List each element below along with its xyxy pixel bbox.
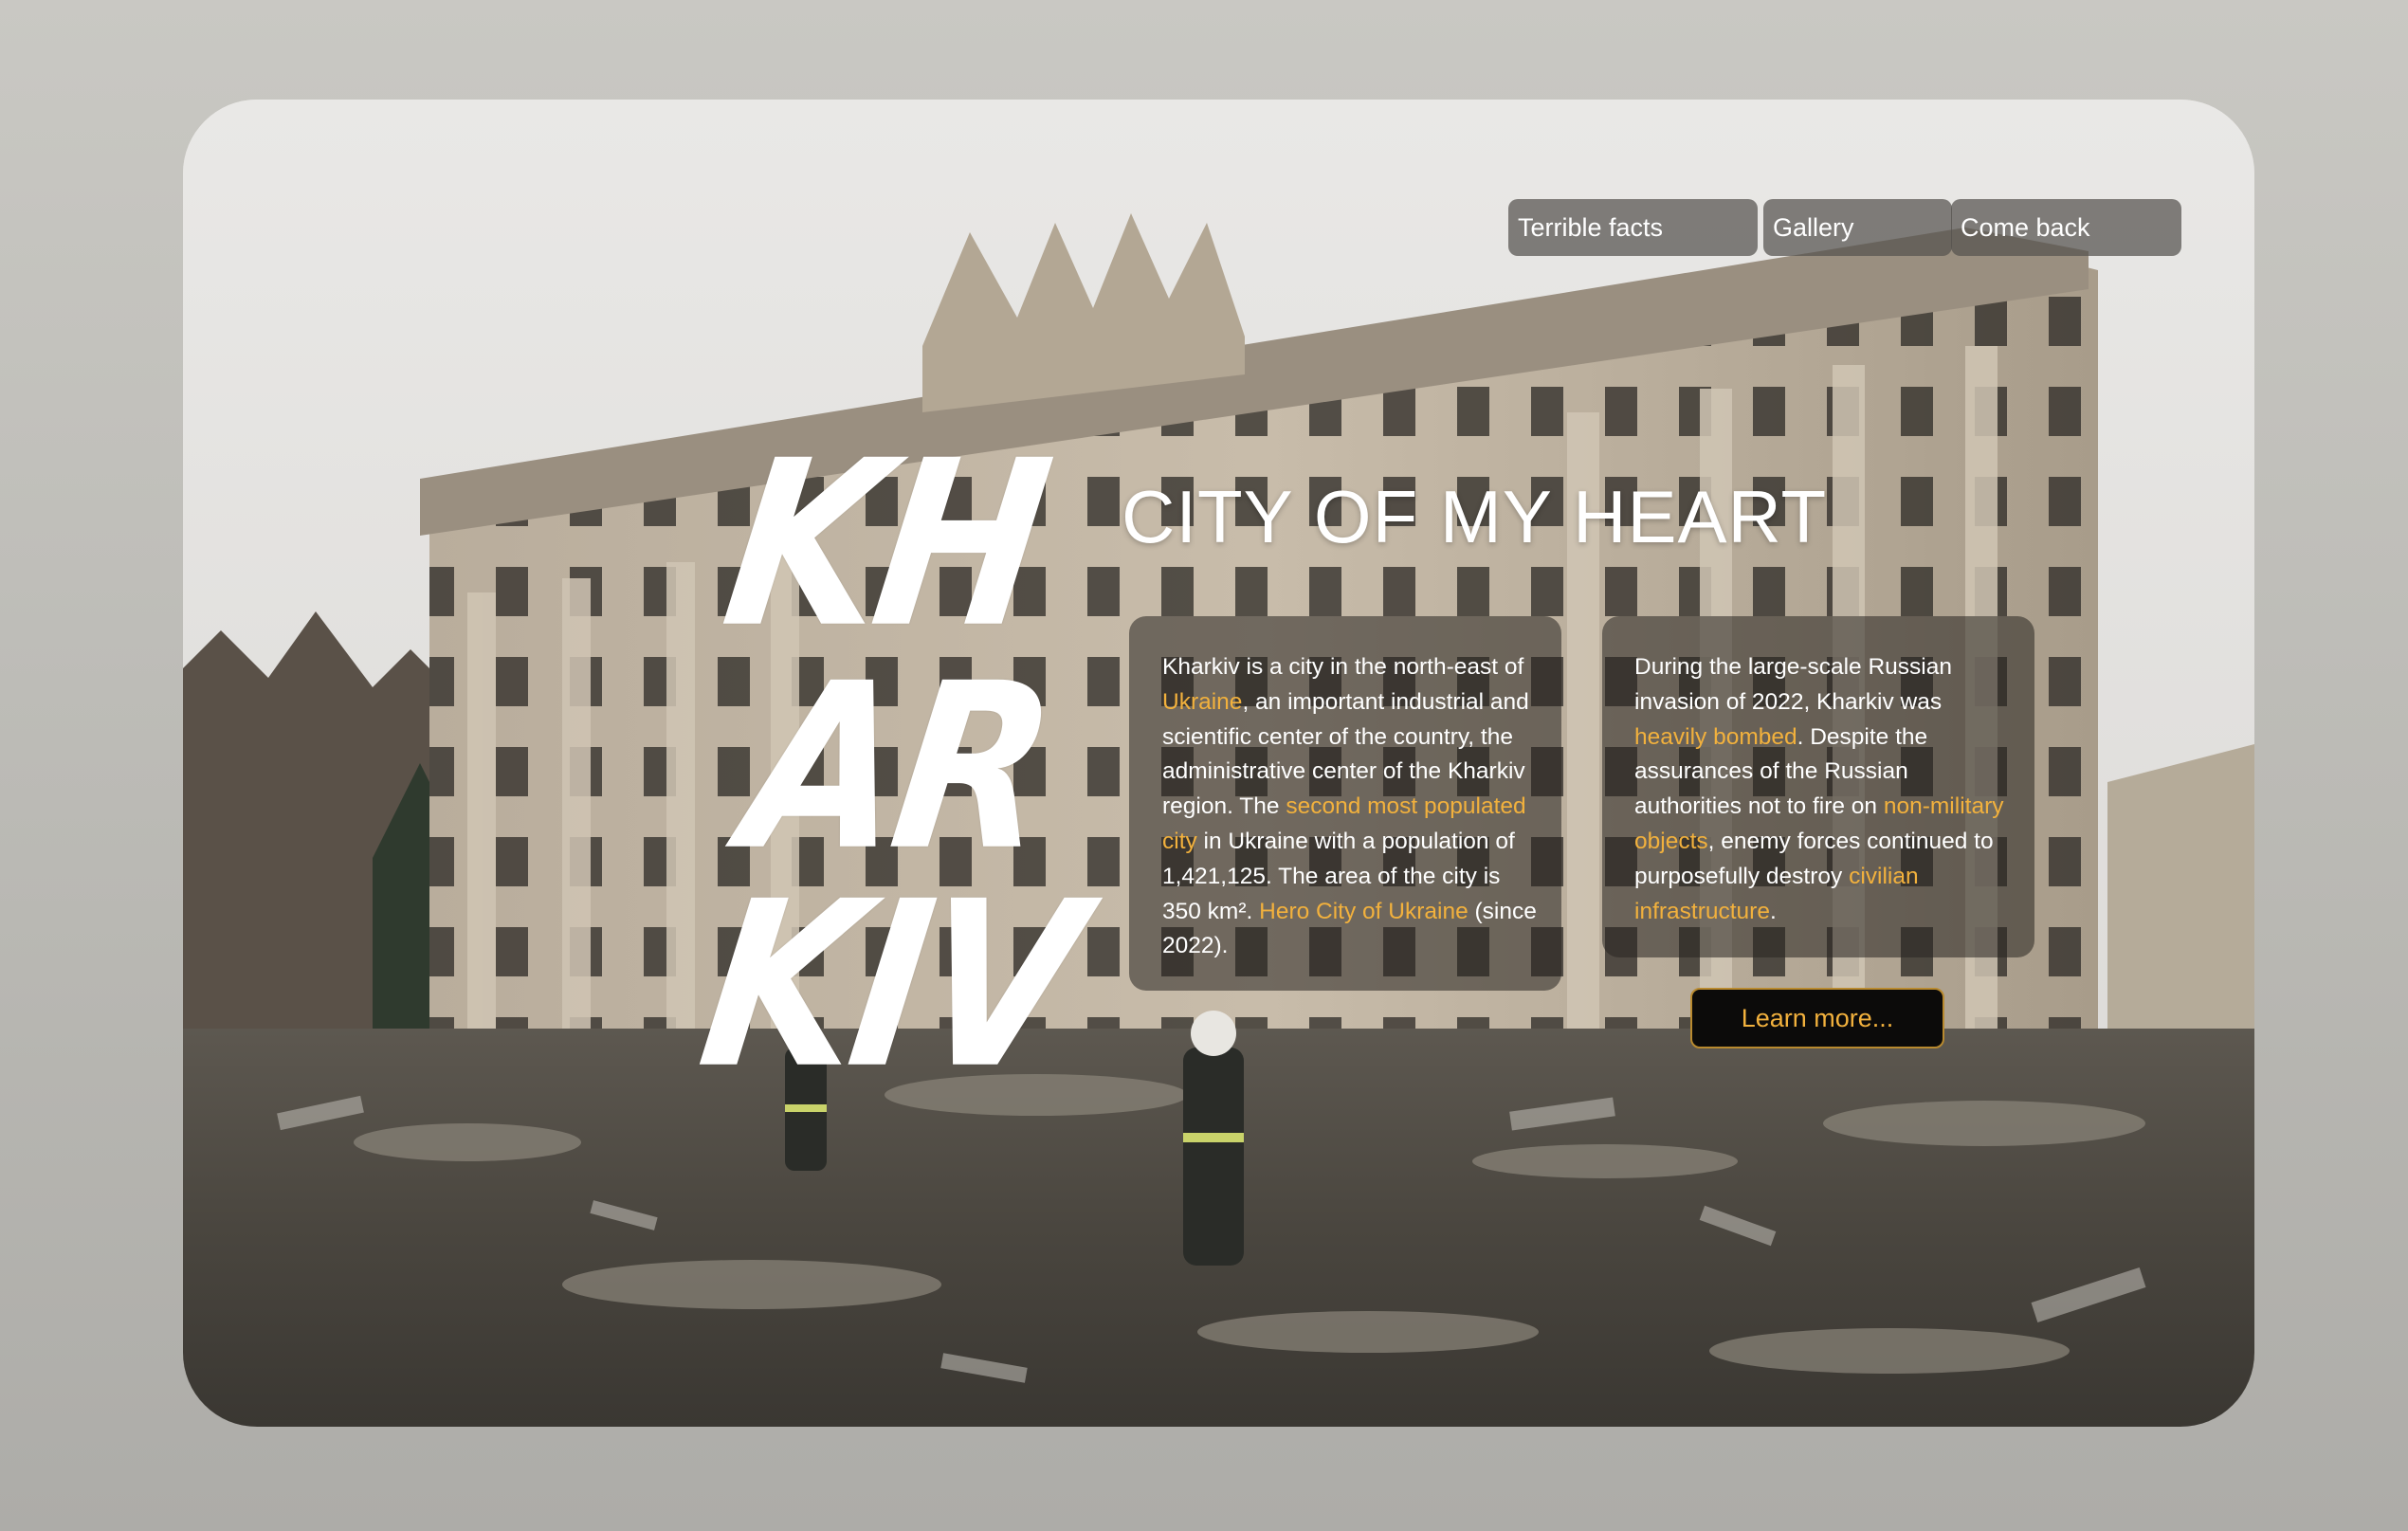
link-hero-city[interactable]: Hero City of Ukraine [1259, 899, 1469, 924]
page-title: CITY OF MY HEART [1122, 475, 1828, 558]
hero-name-line-1: KH [711, 410, 1059, 679]
text-segment: . [1769, 898, 1777, 924]
nav-terrible-facts[interactable]: Terrible facts [1508, 199, 1758, 256]
nav-come-back[interactable]: Come back [1951, 199, 2181, 256]
text-segment: During the large-scale Russian invasion … [1634, 654, 1952, 715]
link-ukraine[interactable]: Ukraine [1162, 689, 1242, 715]
hero-name-line-3: KIV [687, 851, 1091, 1120]
link-heavily-bombed[interactable]: heavily bombed [1634, 724, 1797, 750]
learn-more-button[interactable]: Learn more... [1690, 988, 1944, 1048]
info-panel-left-text: Kharkiv is a city in the north-east of U… [1162, 650, 1545, 964]
nav-gallery[interactable]: Gallery [1763, 199, 1952, 256]
info-panel-right-text: During the large-scale Russian invasion … [1634, 650, 2010, 929]
hero-name-line-2: AR [730, 633, 1065, 902]
text-segment: Kharkiv is a city in the north-east of [1162, 654, 1524, 680]
